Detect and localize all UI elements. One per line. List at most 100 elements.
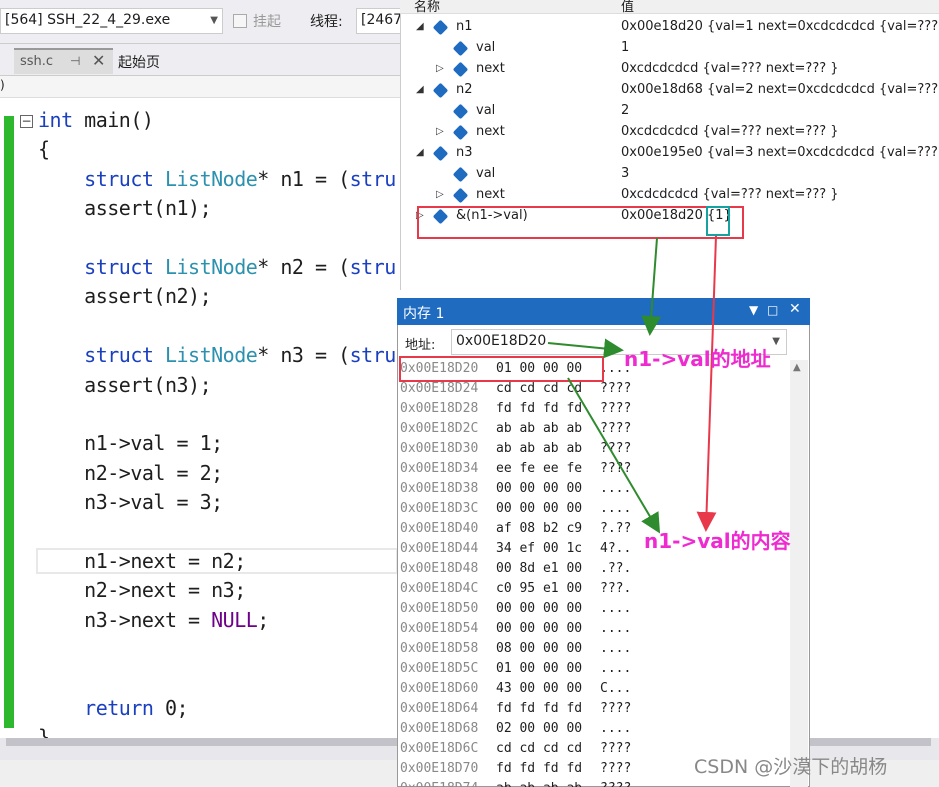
memory-rows[interactable]: 0x00E18D20 01 00 00 00.... 0x00E18D24 cd cd… [400, 360, 790, 787]
process-dropdown[interactable]: [564] SSH_22_4_29.exe ▼ [0, 8, 223, 34]
address-label: 地址: [405, 338, 436, 353]
expand-arrow-icon[interactable]: ▷ [436, 126, 444, 137]
memory-ascii: .??. [600, 561, 632, 576]
memory-ascii: ???? [600, 441, 632, 456]
variable-icon [452, 40, 469, 57]
watch-row[interactable]: ◢ n3 0x00e195e0 {val=3 next=0xcdcdcdcd {va… [400, 143, 939, 164]
code-line: assert(n1); [38, 196, 211, 220]
col-name-header[interactable]: 名称 [414, 0, 440, 13]
memory-ascii: ???? [600, 381, 632, 396]
memory-row[interactable]: 0x00E18D40 af 08 b2 c9?.?? [400, 521, 631, 541]
variable-icon [452, 103, 469, 120]
memory-title-bar: 内存 1 ▼ □ ✕ [397, 298, 810, 325]
watch-row[interactable]: ◢ n2 0x00e18d68 {val=2 next=0xcdcdcdcd {va… [400, 80, 939, 101]
memory-row[interactable]: 0x00E18D48 00 8d e1 00.??. [400, 561, 631, 581]
code-editor[interactable]: − int main(){ struct ListNode* n1 = (str… [0, 98, 398, 738]
watch-name: next [476, 61, 505, 76]
watch-row[interactable]: ▷ next 0xcdcdcdcd {val=??? next=??? } [400, 122, 939, 143]
expand-arrow-icon[interactable]: ▷ [436, 63, 444, 74]
memory-bytes: fd fd fd fd [496, 701, 583, 716]
memory-bytes: cd cd cd cd [496, 381, 583, 396]
memory-row[interactable]: 0x00E18D28 fd fd fd fd???? [400, 401, 631, 421]
memory-row[interactable]: 0x00E18D6C cd cd cd cd???? [400, 741, 631, 761]
memory-bytes: c0 95 e1 00 [496, 581, 583, 596]
collapse-arrow-icon[interactable]: ◢ [416, 84, 424, 95]
col-value-header[interactable]: 值 [621, 0, 634, 13]
watermark: CSDN @沙漠下的胡杨 [694, 756, 888, 778]
memory-row[interactable]: 0x00E18D54 00 00 00 00.... [400, 621, 631, 641]
watch-row[interactable]: val 3 [400, 164, 939, 185]
memory-row[interactable]: 0x00E18D60 43 00 00 00 C... [400, 681, 631, 701]
memory-row[interactable]: 0x00E18D74 ab ab ab ab???? [400, 781, 631, 787]
memory-row[interactable]: 0x00E18D2C ab ab ab ab???? [400, 421, 631, 441]
collapse-arrow-icon[interactable]: ◢ [416, 147, 424, 158]
memory-bytes: cd cd cd cd [496, 741, 583, 756]
memory-address: 0x00E18D38 [400, 481, 479, 496]
collapse-icon[interactable]: − [20, 115, 33, 128]
memory-row[interactable]: 0x00E18D64 fd fd fd fd???? [400, 701, 631, 721]
watch-value: 0xcdcdcdcd {val=??? next=??? } [621, 124, 839, 139]
process-label: [564] SSH_22_4_29.exe [5, 12, 171, 28]
watch-row[interactable]: ◢ n1 0x00e18d20 {val=1 next=0xcdcdcdcd {va… [400, 17, 939, 38]
variable-icon [452, 124, 469, 141]
code-token: NULL [211, 607, 258, 632]
thread-label: 线程: [310, 14, 343, 30]
code-token: n2->val = 2; [84, 460, 223, 485]
memory-row[interactable]: 0x00E18D58 08 00 00 00.... [400, 641, 631, 661]
tab-ssh-c[interactable]: ssh.c ⊣ ✕ [14, 48, 113, 74]
memory-row[interactable]: 0x00E18D68 02 00 00 00.... [400, 721, 631, 741]
watch-row[interactable]: ▷ next 0xcdcdcdcd {val=??? next=??? } [400, 59, 939, 80]
memory-row[interactable]: 0x00E18D44 34 ef 00 1c 4?.. [400, 541, 631, 561]
watch-value: 0xcdcdcdcd {val=??? next=??? } [621, 61, 839, 76]
memory-row[interactable]: 0x00E18D70 fd fd fd fd???? [400, 761, 631, 781]
highlight-box-value [706, 206, 730, 236]
tab-start-page[interactable]: 起始页 [118, 52, 160, 72]
code-token: struct [84, 343, 154, 368]
suspend-button[interactable]: 挂起 [233, 11, 281, 31]
dropdown-icon[interactable]: ▼ [749, 303, 758, 317]
close-icon[interactable]: ✕ [789, 301, 801, 317]
memory-row[interactable]: 0x00E18D50 00 00 00 00.... [400, 601, 631, 621]
memory-row[interactable]: 0x00E18D34 ee fe ee fe???? [400, 461, 631, 481]
watch-row[interactable]: ▷ next 0xcdcdcdcd {val=??? next=??? } [400, 185, 939, 206]
memory-ascii: ???? [600, 741, 632, 756]
memory-row[interactable]: 0x00E18D4C c0 95 e1 00???. [400, 581, 631, 601]
memory-address: 0x00E18D64 [400, 701, 479, 716]
code-token: main() [72, 108, 154, 132]
code-token: return [84, 696, 154, 720]
memory-bytes: 02 00 00 00 [496, 721, 583, 736]
code-line: assert(n3); [38, 373, 211, 397]
variable-icon [432, 19, 449, 36]
pin-icon[interactable]: ⊣ [70, 54, 80, 68]
watch-row[interactable]: val 1 [400, 38, 939, 59]
vertical-scrollbar[interactable]: ▲ [790, 360, 808, 787]
scroll-up-icon[interactable]: ▲ [793, 362, 801, 373]
variable-icon [432, 145, 449, 162]
watch-value: 2 [621, 103, 630, 118]
memory-row[interactable]: 0x00E18D38 00 00 00 00.... [400, 481, 631, 501]
watch-value: 0x00e18d20 {val=1 next=0xcdcdcdcd {val=?… [621, 19, 939, 34]
address-value: 0x00E18D20 [456, 333, 547, 349]
variable-icon [452, 166, 469, 183]
memory-title: 内存 1 [403, 306, 445, 322]
collapse-arrow-icon[interactable]: ◢ [416, 21, 424, 32]
watch-row[interactable]: val 2 [400, 101, 939, 122]
memory-address: 0x00E18D3C [400, 501, 479, 516]
memory-ascii: ???? [600, 461, 632, 476]
watch-value: 1 [621, 40, 630, 55]
memory-row[interactable]: 0x00E18D3C 00 00 00 00.... [400, 501, 631, 521]
expand-arrow-icon[interactable]: ▷ [436, 189, 444, 200]
memory-row[interactable]: 0x00E18D5C 01 00 00 00.... [400, 661, 631, 681]
memory-bytes: af 08 b2 c9 [496, 521, 583, 536]
memory-address: 0x00E18D54 [400, 621, 479, 636]
code-token: ; [257, 607, 269, 632]
chevron-down-icon[interactable]: ▼ [772, 336, 780, 347]
memory-address: 0x00E18D40 [400, 521, 479, 536]
memory-row[interactable]: 0x00E18D24 cd cd cd cd???? [400, 381, 631, 401]
memory-row[interactable]: 0x00E18D30 ab ab ab ab???? [400, 441, 631, 461]
close-icon[interactable]: ✕ [92, 51, 105, 70]
maximize-icon[interactable]: □ [767, 303, 778, 317]
